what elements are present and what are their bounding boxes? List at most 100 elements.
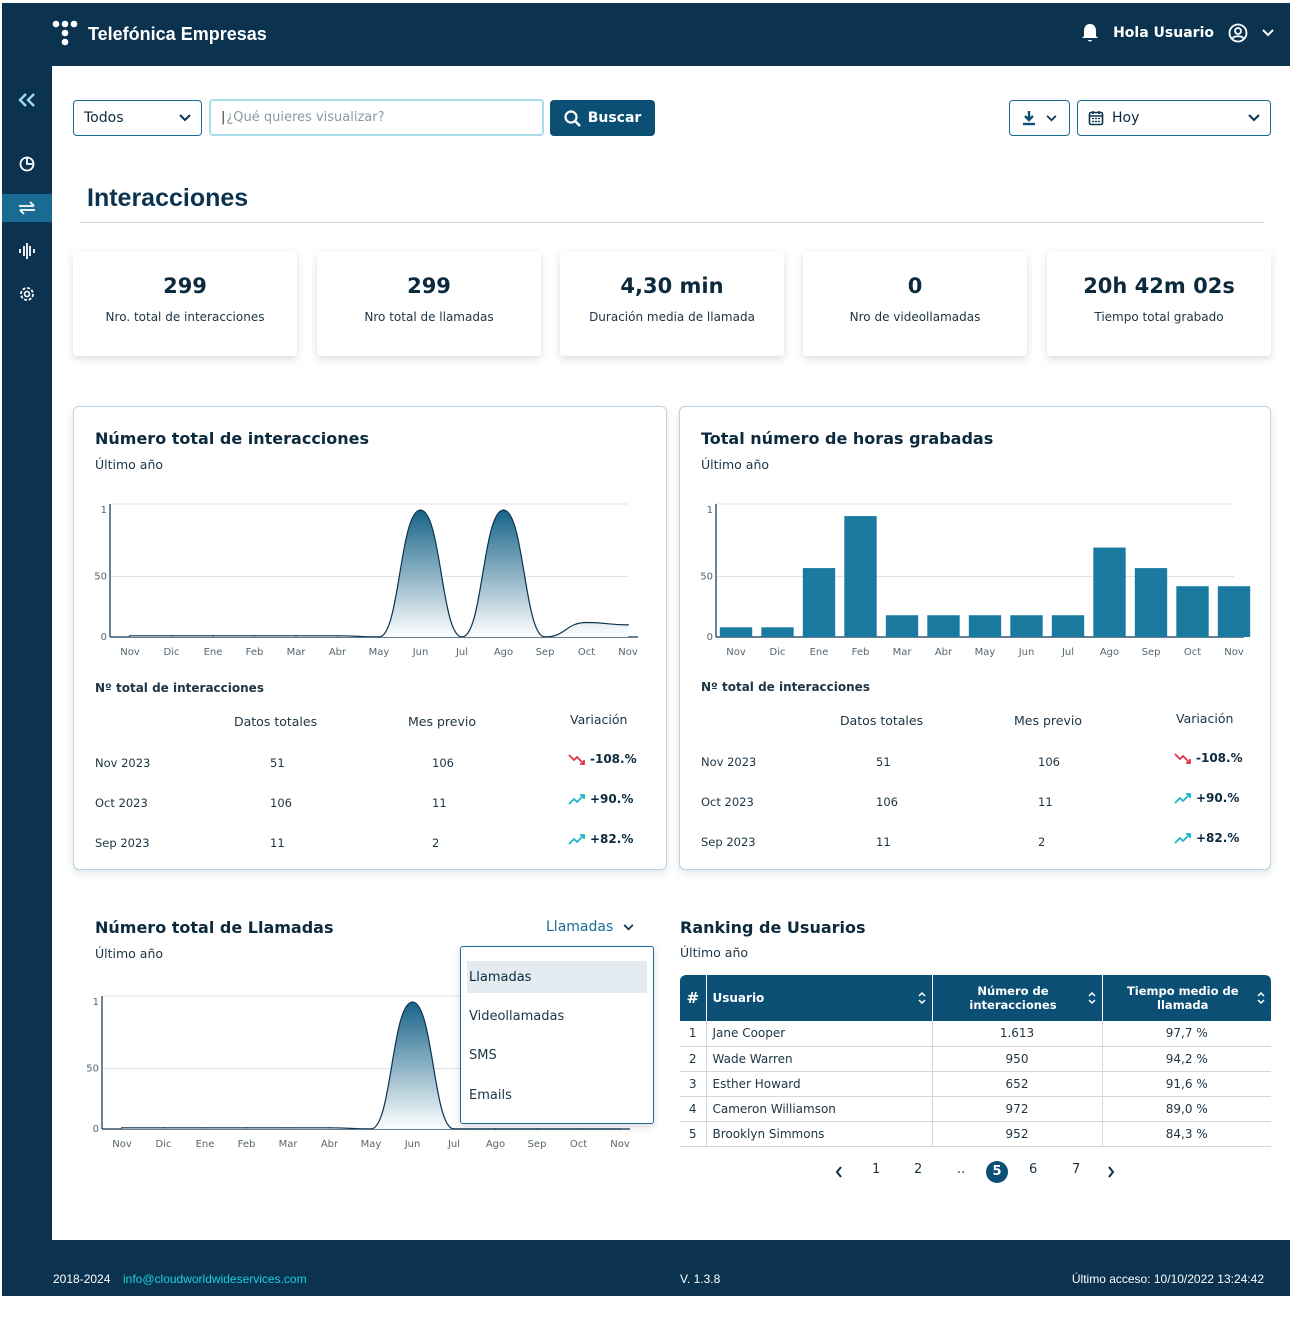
page-1[interactable]: 1: [872, 1162, 880, 1177]
x-tick-label: Jun: [1018, 647, 1035, 658]
dropdown-option-emails[interactable]: Emails: [467, 1079, 647, 1111]
footer-email-link[interactable]: info@cloudworldwideservices.com: [123, 1272, 307, 1286]
download-button[interactable]: [1009, 100, 1070, 136]
col-header-rank: #: [680, 975, 707, 1021]
chevron-down-icon: [623, 923, 634, 930]
card-subtitle: Último año: [701, 457, 770, 472]
table-title: Nº total de interacciones: [95, 681, 264, 695]
search-button[interactable]: Buscar: [550, 100, 655, 136]
page-2[interactable]: 2: [914, 1162, 922, 1177]
page-6[interactable]: 6: [1029, 1162, 1037, 1177]
interactions-area-chart: 0 50 1 Nov Dic Ene Feb Mar Abr May Jun Jul Ago Sep Oct…: [94, 503, 638, 658]
row-period: Nov 2023: [701, 755, 757, 769]
card-title: Número total de Llamadas: [95, 918, 334, 937]
avg-time-cell: 89,0 %: [1102, 1096, 1271, 1122]
bar[interactable]: [885, 615, 919, 637]
user-avatar-icon[interactable]: [1228, 23, 1248, 43]
x-tick-label: Feb: [246, 647, 264, 658]
rank-cell: 4: [680, 1096, 707, 1122]
bar[interactable]: [1134, 568, 1168, 637]
chevron-down-icon: [1046, 114, 1057, 121]
bar[interactable]: [1093, 547, 1126, 637]
x-tick-label: Ene: [810, 647, 829, 658]
row-total: 106: [876, 795, 898, 809]
calls-type-value: Llamadas: [546, 919, 614, 935]
filter-select[interactable]: Todos: [73, 100, 202, 136]
bar[interactable]: [1217, 586, 1251, 637]
footer-version: V. 1.3.8: [680, 1272, 721, 1286]
audio-wave-icon[interactable]: [2, 237, 52, 265]
row-period: Oct 2023: [95, 796, 148, 810]
settings-gear-icon[interactable]: [2, 280, 52, 308]
bar[interactable]: [844, 516, 877, 637]
data-point: [212, 634, 214, 637]
dropdown-option-videollamadas[interactable]: Videollamadas: [467, 1000, 647, 1032]
bar[interactable]: [1010, 615, 1043, 637]
recorded-hours-bar-chart: 0 50 1 Nov Dic Ene Feb Mar Abr May Jun Jul Ago Sep Oct…: [700, 503, 1251, 658]
table-row[interactable]: 2 Wade Warren 950 94,2 %: [680, 1046, 1271, 1072]
prev-page-icon[interactable]: [835, 1166, 843, 1178]
brand[interactable]: Telefónica Empresas: [52, 20, 267, 48]
data-point: [170, 634, 173, 637]
row-period: Oct 2023: [701, 795, 754, 809]
search-icon: [564, 109, 581, 127]
page-5-active[interactable]: 5: [986, 1161, 1008, 1183]
kpi-card-avg-duration: 4,30 min Duración media de llamada: [560, 252, 784, 356]
col-header-interactions[interactable]: Número de interacciones: [932, 975, 1103, 1021]
bar[interactable]: [968, 615, 1002, 637]
x-tick-label: Sep: [528, 1139, 547, 1150]
x-tick-label: Nov: [1224, 647, 1244, 658]
col-header-total: Datos totales: [234, 714, 318, 729]
data-point: [253, 634, 256, 637]
data-point: [245, 1126, 248, 1129]
bar[interactable]: [761, 627, 794, 637]
footer-years: 2018-2024: [53, 1272, 111, 1286]
recorded-hours-chart-card: Total número de horas grabadas Último añ…: [679, 406, 1271, 870]
interactions-arrows-icon[interactable]: [2, 194, 52, 222]
bar[interactable]: [927, 615, 960, 637]
row-prev: 106: [432, 756, 454, 770]
table-row[interactable]: 1 Jane Cooper 1.613 97,7 %: [680, 1021, 1271, 1047]
table-title: Nº total de interacciones: [701, 680, 870, 694]
next-page-icon[interactable]: [1107, 1166, 1115, 1178]
x-tick-label: Jul: [1061, 647, 1074, 658]
avg-time-cell: 97,7 %: [1102, 1021, 1271, 1047]
dashboard-chart-icon[interactable]: [2, 150, 52, 178]
col-header-avg-time[interactable]: Tiempo medio de llamada: [1102, 975, 1271, 1021]
table-row[interactable]: 5 Brooklyn Simmons 952 84,3 %: [680, 1121, 1271, 1147]
col-header-variation: Variación: [570, 712, 628, 727]
row-period: Sep 2023: [95, 836, 150, 850]
series-line[interactable]: [130, 509, 629, 638]
variation-value: -108.%: [1196, 751, 1243, 765]
table-row[interactable]: 3 Esther Howard 652 91,6 %: [680, 1071, 1271, 1097]
calls-type-select[interactable]: Llamadas: [546, 919, 634, 935]
kpi-value: 20h 42m 02s: [1083, 274, 1235, 298]
table-row[interactable]: 4 Cameron Williamson 972 89,0 %: [680, 1096, 1271, 1122]
sort-icon: [917, 992, 926, 1004]
date-range-select[interactable]: Hoy: [1077, 100, 1271, 136]
search-input[interactable]: | ¿Qué quieres visualizar?: [209, 99, 544, 136]
bell-icon[interactable]: [1081, 23, 1099, 43]
kpi-value: 299: [163, 274, 207, 298]
data-point: [370, 1128, 372, 1130]
date-range-value: Hoy: [1112, 110, 1140, 126]
dropdown-option-sms[interactable]: SMS: [467, 1039, 647, 1071]
y-tick-label: 0: [101, 632, 107, 643]
search-button-label: Buscar: [587, 110, 642, 126]
bar[interactable]: [1176, 586, 1209, 637]
bar[interactable]: [719, 627, 753, 637]
y-tick-label: 1: [707, 505, 713, 516]
chevron-down-icon: [179, 114, 191, 122]
collapse-sidebar-icon[interactable]: [2, 86, 52, 114]
user-cell: Esther Howard: [706, 1071, 933, 1097]
data-point: [536, 1128, 538, 1130]
col-header-user[interactable]: Usuario: [706, 975, 933, 1021]
user-greeting[interactable]: Hola Usuario: [1113, 25, 1214, 41]
bar[interactable]: [802, 568, 836, 637]
chevron-down-icon[interactable]: [1262, 29, 1274, 37]
dropdown-option-llamadas[interactable]: Llamadas: [467, 961, 647, 993]
rank-cell: 1: [680, 1021, 707, 1047]
bar[interactable]: [1051, 615, 1085, 637]
top-bar: Telefónica Empresas Hola Usuario: [2, 3, 1290, 66]
page-7[interactable]: 7: [1072, 1162, 1080, 1177]
